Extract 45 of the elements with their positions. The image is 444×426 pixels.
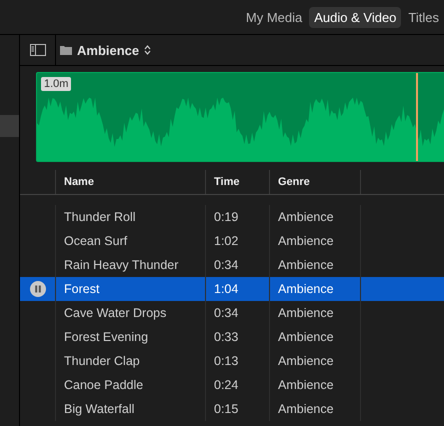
column-header[interactable]: Genre: [269, 170, 360, 194]
table-cell: 1:04: [205, 277, 269, 301]
table-cell: 0:19: [205, 205, 269, 229]
table-cell: 0:15: [205, 397, 269, 421]
table-cell: Ambience: [269, 205, 360, 229]
tab[interactable]: Audio & Video: [309, 6, 402, 28]
audio-clip[interactable]: 1.0m: [36, 72, 444, 162]
table-cell: 0:13: [205, 349, 269, 373]
table-cell: Ambience: [269, 301, 360, 325]
table-cell: Ambience: [269, 277, 360, 301]
table-row[interactable]: Big Waterfall 0:15 Ambience: [20, 397, 444, 421]
table-cell: 1:02: [205, 229, 269, 253]
chevron-updown-icon: [144, 45, 152, 55]
table-cell: Forest Evening: [55, 325, 205, 349]
table-cell: 0:33: [205, 325, 269, 349]
sidebar-toggle-icon[interactable]: [30, 44, 46, 56]
table-cell: Ambience: [269, 349, 360, 373]
tab[interactable]: Titles: [403, 6, 444, 28]
table-cell: Thunder Roll: [55, 205, 205, 229]
table-cell: 0:34: [205, 301, 269, 325]
table-cell: Canoe Paddle: [55, 373, 205, 397]
table-row[interactable]: Thunder Roll 0:19 Ambience: [20, 205, 444, 229]
table-row[interactable]: Ocean Surf 1:02 Ambience: [20, 229, 444, 253]
table-cell: Big Waterfall: [55, 397, 205, 421]
column-header[interactable]: Name: [55, 170, 205, 194]
table-row[interactable]: Cave Water Drops 0:34 Ambience: [20, 301, 444, 325]
table-cell: Ambience: [269, 229, 360, 253]
table-row[interactable]: Canoe Paddle 0:24 Ambience: [20, 373, 444, 397]
table-cell: Ambience: [269, 373, 360, 397]
table-cell: Thunder Clap: [55, 349, 205, 373]
table-row[interactable]: Forest Evening 0:33 Ambience: [20, 325, 444, 349]
folder-selector[interactable]: Ambience: [56, 42, 152, 58]
column-header[interactable]: Time: [205, 170, 269, 194]
table-cell: Ambience: [269, 325, 360, 349]
tab[interactable]: My Media: [240, 6, 308, 28]
pause-icon[interactable]: [30, 281, 46, 297]
table-cell: Ocean Surf: [55, 229, 205, 253]
table-cell: Cave Water Drops: [55, 301, 205, 325]
duration-badge: 1.0m: [41, 77, 72, 91]
table-row[interactable]: Thunder Clap 0:13 Ambience: [20, 349, 444, 373]
table-cell: Forest: [55, 277, 205, 301]
table-cell: Ambience: [269, 397, 360, 421]
table-cell: 0:24: [205, 373, 269, 397]
folder-icon: [60, 46, 72, 54]
table-row[interactable]: Forest 1:04 Ambience: [20, 277, 444, 301]
